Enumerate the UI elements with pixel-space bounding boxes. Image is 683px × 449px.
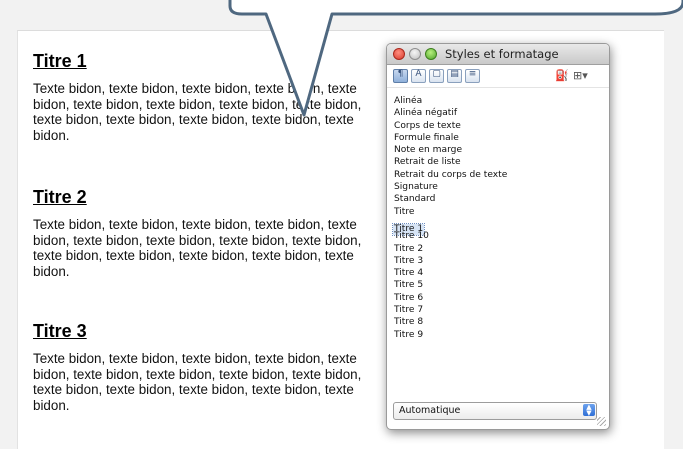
style-item[interactable]: Titre — [393, 206, 593, 218]
panel-titlebar[interactable]: Styles et formatage — [387, 44, 609, 65]
style-item[interactable]: Titre 10 — [393, 230, 593, 242]
zoom-button[interactable] — [425, 48, 437, 60]
close-button[interactable] — [393, 48, 405, 60]
paragraph-styles-icon[interactable]: ¶ — [393, 69, 408, 83]
style-item[interactable]: Retrait du corps de texte — [393, 169, 593, 181]
style-item[interactable]: Titre 4 — [393, 267, 593, 279]
resize-grip-icon[interactable] — [597, 417, 606, 426]
frame-styles-icon[interactable]: ▢ — [429, 69, 444, 83]
style-item[interactable]: Titre 9 — [393, 329, 593, 341]
style-filter-value: Automatique — [399, 405, 461, 416]
style-item[interactable]: Titre 2 — [393, 243, 593, 255]
style-item[interactable]: Titre 3 — [393, 255, 593, 267]
page-styles-icon[interactable]: ▤ — [447, 69, 462, 83]
styles-formatting-panel[interactable]: Styles et formatage ¶ A ▢ ▤ ≡ ⛽ ⊞▾ Aliné… — [386, 43, 610, 430]
style-item[interactable]: Titre 6 — [393, 292, 593, 304]
select-arrows-icon: ▲ ▼ — [583, 404, 595, 417]
style-item[interactable]: Standard — [393, 193, 593, 205]
list-styles-icon[interactable]: ≡ — [465, 69, 480, 83]
style-item[interactable]: Retrait de liste — [393, 156, 593, 168]
panel-title: Styles et formatage — [445, 47, 559, 61]
style-item[interactable]: Signature — [393, 181, 593, 193]
style-item[interactable]: Corps de texte — [393, 120, 593, 132]
panel-toolbar: ¶ A ▢ ▤ ≡ ⛽ ⊞▾ — [387, 65, 609, 88]
new-style-icon[interactable]: ⊞▾ — [573, 69, 588, 82]
style-item[interactable]: Titre 5 — [393, 279, 593, 291]
style-item[interactable]: Titre 7 — [393, 304, 593, 316]
minimize-button[interactable] — [409, 48, 421, 60]
styles-list[interactable]: Alinéa Alinéa négatif Corps de texte For… — [391, 95, 593, 341]
style-item[interactable]: Titre 8 — [393, 316, 593, 328]
style-item[interactable]: Note en marge — [393, 144, 593, 156]
style-item[interactable]: Alinéa négatif — [393, 107, 593, 119]
character-styles-icon[interactable]: A — [411, 69, 426, 83]
style-filter-select[interactable]: Automatique ▲ ▼ — [393, 402, 597, 420]
paint-bucket-icon[interactable]: ⛽ — [555, 69, 569, 82]
style-item[interactable]: Alinéa — [393, 95, 593, 107]
style-item[interactable]: Formule finale — [393, 132, 593, 144]
